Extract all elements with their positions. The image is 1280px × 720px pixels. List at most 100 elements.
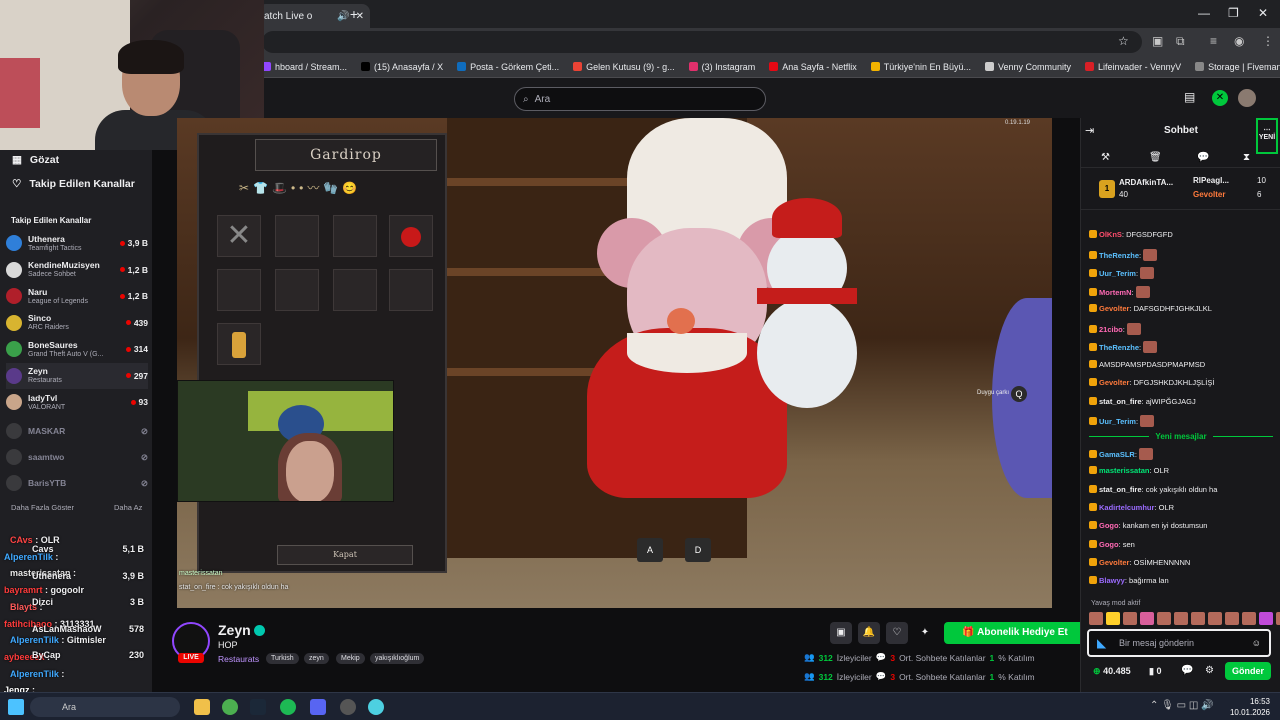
show-more-link[interactable]: Daha Fazla Göster xyxy=(11,503,74,512)
app-icon[interactable] xyxy=(368,699,384,715)
chat-message[interactable]: AMSDPAMSPDASDPMAPMSD xyxy=(1089,359,1277,370)
chat-icon[interactable]: 💬 xyxy=(1197,152,1209,163)
streamer-name[interactable]: Zeyn xyxy=(218,622,251,638)
sidebar-channel-offline[interactable]: MASKAR ⊘ xyxy=(6,418,148,444)
bookmark-item[interactable]: Venny Community xyxy=(985,62,1071,72)
sidebar-channel-sinco[interactable]: Sinco ARC Raiders 439 xyxy=(6,310,148,336)
chat-username[interactable]: Gogo xyxy=(1099,521,1119,530)
chat-bubble-icon[interactable]: 💬 xyxy=(1181,665,1193,676)
chrome-icon[interactable] xyxy=(222,699,238,715)
chat-username[interactable]: Gogo xyxy=(1099,540,1119,549)
chat-username[interactable]: Kadirtelcumhur xyxy=(1099,503,1154,512)
bookmark-item[interactable]: Gelen Kutusu (9) - g... xyxy=(573,62,675,72)
chat-message[interactable]: Gevolter: DFGJSHKDJKHLJŞLİŞİ xyxy=(1089,378,1277,388)
slot-item-6[interactable] xyxy=(275,269,319,311)
chat-username[interactable]: Uur_Terim xyxy=(1099,269,1136,278)
profile-icon[interactable]: ◉ xyxy=(1234,34,1244,48)
leader-user[interactable]: ARDAfkinTA... xyxy=(1119,178,1173,187)
sidebar-channel-bonesaures[interactable]: BoneSaures Grand Theft Auto V (G... 314 xyxy=(6,336,148,362)
stream-category[interactable]: Restaurats xyxy=(218,654,259,664)
chat-username[interactable]: Gevolter xyxy=(1099,558,1129,567)
chat-username[interactable]: GamaSLR xyxy=(1099,450,1135,459)
slot-item-7[interactable] xyxy=(333,269,377,311)
gift-subscription-button[interactable]: 🎁 Abonelik Hediye Et xyxy=(944,622,1086,644)
leader-user[interactable]: RlPeagl... xyxy=(1193,176,1229,185)
slot-item-5[interactable] xyxy=(217,269,261,311)
chat-message[interactable]: stat_on_fire: ajWIPĞGJAGJ xyxy=(1089,396,1277,407)
chat-username[interactable]: OlKnS xyxy=(1099,230,1122,239)
bookmark-item[interactable]: (3) Instagram xyxy=(688,62,755,72)
close-window-icon[interactable]: ✕ xyxy=(1258,6,1268,20)
nav-following[interactable]: ♡ Takip Edilen Kanallar xyxy=(12,178,135,190)
steam-icon[interactable] xyxy=(250,699,266,715)
chat-message[interactable]: masterissatan: OLR xyxy=(1089,466,1277,476)
bookmark-item[interactable]: Ana Sayfa - Netflix xyxy=(769,62,857,72)
bookmark-item[interactable]: Storage | Fivemanage xyxy=(1195,62,1280,72)
chat-username[interactable]: Uur_Terim xyxy=(1099,417,1136,426)
chat-username[interactable]: Blawyy xyxy=(1099,576,1125,585)
extension-icon[interactable]: ▣ xyxy=(1152,34,1163,48)
chat-username[interactable]: 21cibo xyxy=(1099,325,1123,334)
reading-list-icon[interactable]: ≡ xyxy=(1210,34,1217,48)
bookmark-item[interactable]: Türkiye'nin En Büyü... xyxy=(870,62,971,72)
chat-username[interactable]: masterissatan xyxy=(1099,466,1149,475)
minimize-icon[interactable]: — xyxy=(1198,6,1210,20)
chat-message[interactable]: Kadirtelcumhur: OLR xyxy=(1089,502,1277,513)
maximize-icon[interactable]: ❐ xyxy=(1228,6,1239,20)
video-player[interactable]: 0.19.1.19 Duygu çarkı Q A D Gardirop ✂👕🎩… xyxy=(177,118,1052,608)
sidebar-channel-zeyn[interactable]: Zeyn Restaurats 297 xyxy=(6,362,148,389)
nav-browse[interactable]: ▦ Gözat xyxy=(12,154,59,166)
chat-message[interactable]: GamaSLR: xyxy=(1089,448,1277,460)
emote-picker-icon[interactable]: ☺ xyxy=(1252,631,1261,655)
chat-message[interactable]: Uur_Terim: xyxy=(1089,267,1277,279)
chat-message[interactable]: Uur_Terim: xyxy=(1089,415,1277,427)
clock[interactable]: 16:53 10.01.2026 xyxy=(1230,696,1270,718)
chat-message[interactable]: OlKnS: DFGSDFGFD xyxy=(1089,230,1277,240)
sidebar-channel-ladytvl[interactable]: ladyTvl VALORANT 93 xyxy=(6,389,148,415)
bits-count[interactable]: ▮ 0 xyxy=(1149,666,1161,677)
bookmark-item[interactable]: Lifeinvader - VennyV xyxy=(1085,62,1181,72)
slot-none-icon[interactable]: ✕ xyxy=(217,215,261,257)
stream-tag[interactable]: Turkish xyxy=(266,653,299,664)
chat-message[interactable]: Gevolter: DAFSGDHFJGHKJLKL xyxy=(1089,304,1277,314)
bell-icon[interactable]: 🔔 xyxy=(858,622,880,644)
collapse-chat-icon[interactable]: ⇥ xyxy=(1085,124,1094,137)
puzzle-icon[interactable]: ⧉ xyxy=(1176,34,1185,49)
bits-icon[interactable]: ◣ xyxy=(1097,631,1106,655)
chat-username[interactable]: stat_on_fire xyxy=(1099,485,1142,494)
slot-red-nose[interactable] xyxy=(389,215,433,257)
start-icon[interactable] xyxy=(8,699,24,715)
chat-message[interactable]: 21cibo: xyxy=(1089,322,1277,335)
wardrobe-close-button[interactable]: Kapat xyxy=(277,545,413,565)
bookmark-item[interactable]: Posta - Görkem Çeti... xyxy=(457,62,559,72)
chat-message[interactable]: TheRenzhe: xyxy=(1089,341,1277,353)
settings-gear-icon[interactable]: ⚙ xyxy=(1205,665,1214,676)
sidebar-channel-offline[interactable]: saamtwo ⊘ xyxy=(6,444,148,470)
sidebar-channel-offline[interactable]: BarisYTB ⊘ xyxy=(6,470,148,496)
chat-username[interactable]: TheRenzhe xyxy=(1099,251,1139,260)
file-explorer-icon[interactable] xyxy=(194,699,210,715)
chat-username[interactable]: MortemN xyxy=(1099,288,1132,297)
user-avatar[interactable] xyxy=(1238,89,1256,107)
chat-message[interactable]: TheRenzhe: xyxy=(1089,248,1277,261)
stream-tag[interactable]: Mekip xyxy=(336,653,365,664)
slot-knife[interactable] xyxy=(275,215,319,257)
sidebar-channel-naru[interactable]: Naru League of Legends 1,2 B xyxy=(6,283,148,309)
emote-bar[interactable] xyxy=(1089,612,1280,626)
stream-tag[interactable]: zeyn xyxy=(304,653,329,664)
chat-message[interactable]: Gevolter: OSİMHENNNNN xyxy=(1089,557,1277,568)
chat-username[interactable]: Gevolter xyxy=(1099,304,1129,313)
taskbar-search[interactable]: Ara xyxy=(30,697,180,717)
search-input[interactable]: ⌕ Ara xyxy=(514,87,766,111)
menu-icon[interactable]: ⋮ xyxy=(1262,34,1274,48)
sidebar-channel-kendinemuzisyen[interactable]: KendineMuzisyen Sadece Sohbet 1,2 B xyxy=(6,257,148,283)
bookmark-star-icon[interactable]: ☆ xyxy=(1118,34,1129,48)
hammer-icon[interactable]: ⚒ xyxy=(1101,152,1110,163)
chat-message[interactable]: stat_on_fire: cok yakışıklı oldun ha xyxy=(1089,484,1277,495)
prime-icon[interactable]: ▤ xyxy=(1184,90,1202,106)
chat-username[interactable]: TheRenzhe xyxy=(1099,343,1139,352)
discord-icon[interactable] xyxy=(310,699,326,715)
show-less-link[interactable]: Daha Az xyxy=(114,503,142,512)
tray-icons[interactable]: ⌃ 🎙 ▭ ◫ 🔊 xyxy=(1150,700,1214,711)
send-button[interactable]: Gönder xyxy=(1225,662,1271,680)
